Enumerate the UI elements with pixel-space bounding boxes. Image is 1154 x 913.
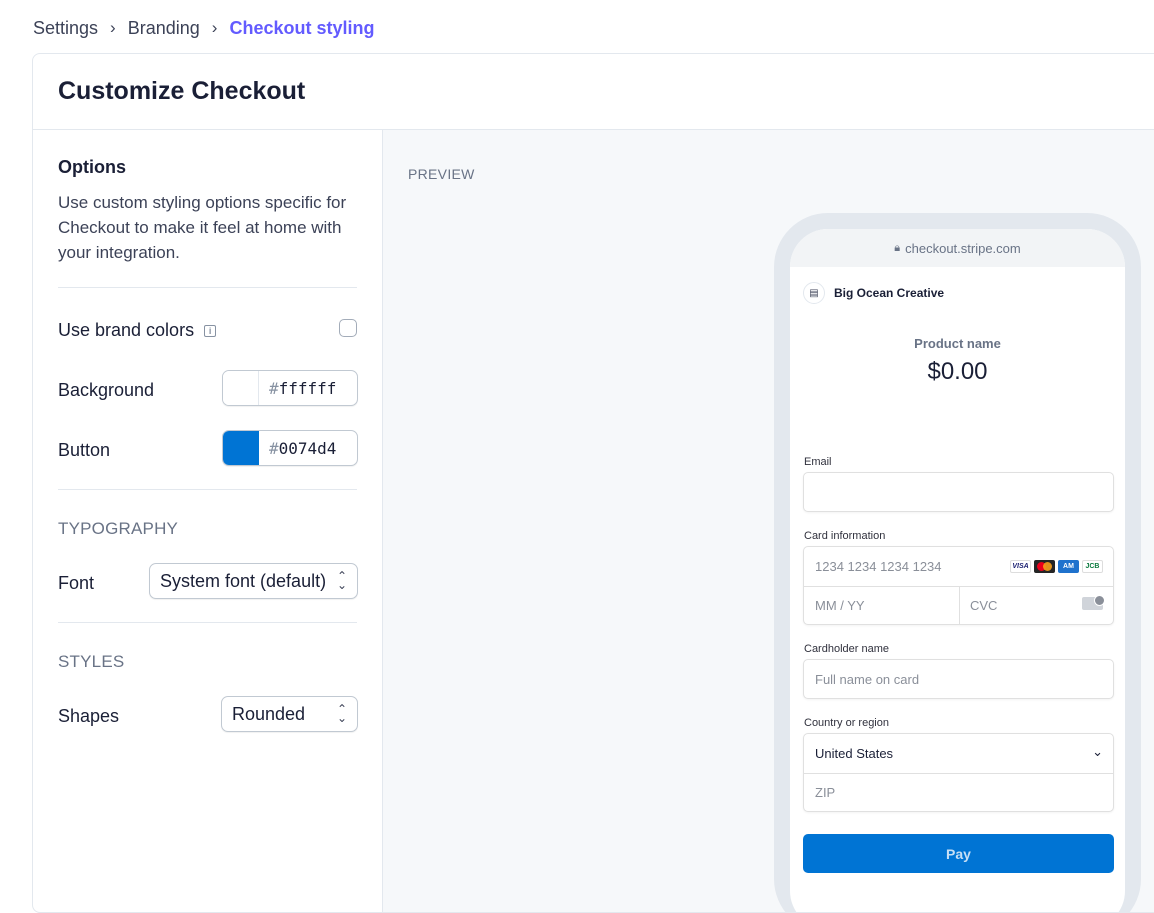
cardholder-placeholder: Full name on card — [815, 672, 920, 687]
merchant-name: Big Ocean Creative — [834, 286, 945, 300]
zip-input[interactable]: ZIP — [815, 785, 835, 800]
background-color-field[interactable]: # ffffff — [259, 371, 357, 405]
divider — [959, 586, 960, 624]
card-brand-icons: VISA AM JCB — [1010, 560, 1103, 573]
chevron-down-icon[interactable]: ⌄ — [1092, 744, 1103, 760]
amex-icon: AM — [1058, 560, 1079, 573]
card-information-group: 1234 1234 1234 1234 VISA AM JCB MM / YY … — [803, 546, 1114, 625]
font-label: Font — [58, 573, 95, 593]
visa-icon: VISA — [1010, 560, 1031, 573]
font-select-value: System font (default) — [160, 570, 327, 591]
phone-frame: 🔒︎ checkout.stripe.com ▤ Big Ocean Creat… — [774, 213, 1141, 912]
info-icon[interactable]: i — [204, 325, 217, 337]
button-color-input[interactable]: #0074d4 — [222, 430, 358, 466]
pay-button[interactable]: Pay — [803, 834, 1114, 873]
email-label: Email — [804, 456, 832, 468]
product-price: $0.00 — [927, 358, 988, 385]
product-name: Product name — [914, 336, 1001, 351]
options-description: Use custom styling options specific for … — [58, 193, 347, 262]
button-color-value: 0074d4 — [278, 438, 337, 458]
hash-symbol: # — [269, 438, 279, 458]
card-header: Customize Checkout — [33, 54, 1154, 130]
chevron-up-down-icon: ⌃ ⌄ — [336, 569, 347, 592]
card-number-input[interactable]: 1234 1234 1234 1234 — [815, 559, 942, 574]
mastercard-icon — [1034, 560, 1055, 573]
shapes-select[interactable]: Rounded ⌃ ⌄ — [221, 696, 358, 732]
chevron-right-icon: › — [110, 18, 116, 37]
button-label: Button — [58, 440, 111, 460]
jcb-icon: JCB — [1082, 560, 1103, 573]
background-color-swatch[interactable] — [223, 371, 259, 405]
country-select[interactable]: United States — [815, 746, 893, 761]
hash-symbol: # — [269, 378, 279, 398]
font-select[interactable]: System font (default) ⌃ ⌄ — [149, 563, 358, 599]
country-zip-group: United States ⌄ ZIP — [803, 733, 1114, 812]
merchant: ▤ Big Ocean Creative — [803, 282, 944, 304]
breadcrumb: Settings › Branding › Checkout styling — [33, 16, 374, 40]
cardholder-name-label: Cardholder name — [804, 643, 889, 655]
background-color-value: ffffff — [278, 378, 337, 398]
styles-heading: STYLES — [58, 652, 125, 671]
preview-label: PREVIEW — [408, 166, 475, 182]
preview-panel: PREVIEW 🔒︎ checkout.stripe.com ▤ Big Oce… — [383, 130, 1154, 912]
divider — [58, 287, 357, 288]
phone-screen: 🔒︎ checkout.stripe.com ▤ Big Ocean Creat… — [790, 229, 1125, 912]
breadcrumb-checkout-styling: Checkout styling — [229, 17, 375, 38]
customize-checkout-card: Customize Checkout Options Use custom st… — [32, 53, 1154, 913]
url-text: checkout.stripe.com — [905, 241, 1021, 256]
options-panel: Options Use custom styling options speci… — [33, 130, 383, 912]
email-input[interactable] — [803, 472, 1114, 512]
button-color-swatch[interactable] — [223, 431, 259, 465]
divider — [804, 773, 1113, 774]
options-title: Options — [58, 157, 126, 177]
divider — [58, 622, 357, 623]
cardholder-name-input[interactable]: Full name on card — [803, 659, 1114, 699]
expiry-input[interactable]: MM / YY — [815, 598, 865, 613]
button-color-field[interactable]: #0074d4 — [259, 431, 357, 465]
shapes-select-value: Rounded — [232, 703, 306, 724]
cvc-card-icon — [1082, 595, 1105, 610]
page-title: Customize Checkout — [58, 77, 306, 105]
lock-icon: 🔒︎ — [894, 242, 901, 254]
background-label: Background — [58, 380, 155, 400]
country-label: Country or region — [804, 717, 889, 729]
chevron-right-icon: › — [211, 18, 218, 37]
cvc-input[interactable]: CVC — [970, 598, 997, 613]
store-icon: ▤ — [803, 282, 825, 304]
use-brand-colors-row: Use brand colors i — [58, 320, 217, 341]
use-brand-colors-checkbox[interactable] — [339, 319, 357, 337]
use-brand-colors-label: Use brand colors — [58, 320, 195, 340]
background-color-input[interactable]: # ffffff — [222, 370, 358, 406]
divider — [58, 489, 357, 490]
typography-heading: TYPOGRAPHY — [58, 519, 179, 538]
card-information-label: Card information — [804, 530, 886, 542]
breadcrumb-branding[interactable]: Branding — [128, 18, 200, 39]
breadcrumb-settings[interactable]: Settings — [33, 18, 98, 39]
chevron-up-down-icon: ⌃ ⌄ — [336, 702, 347, 725]
url-bar: 🔒︎ checkout.stripe.com — [790, 229, 1125, 267]
shapes-label: Shapes — [58, 706, 120, 726]
